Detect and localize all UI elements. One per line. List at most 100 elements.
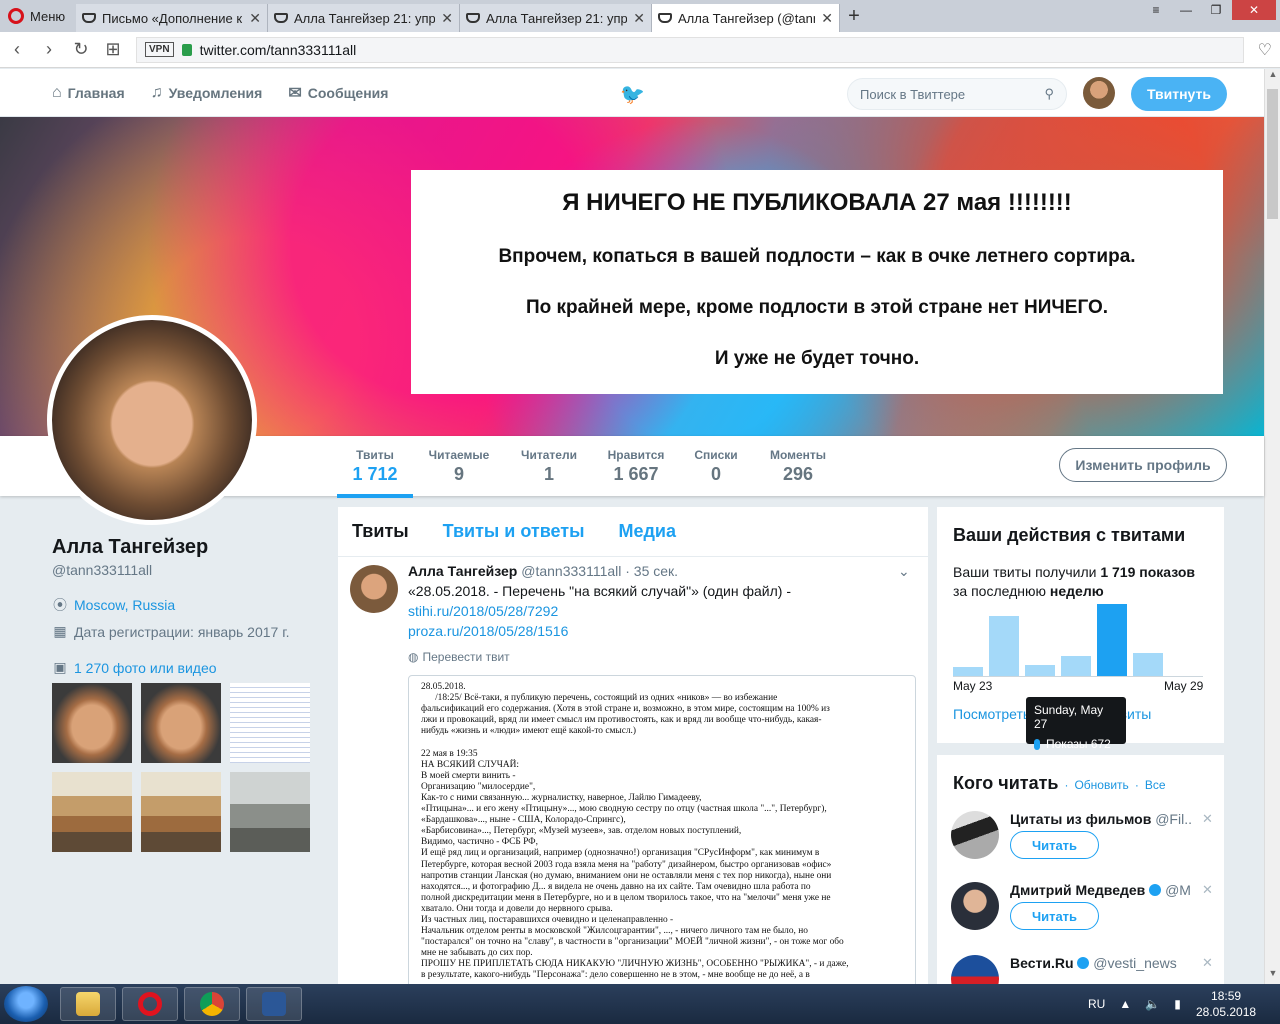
forward-icon[interactable]: ›: [40, 39, 58, 60]
suggestion-display-name[interactable]: Вести.Ru: [1010, 955, 1074, 971]
start-button-icon[interactable]: [4, 986, 48, 1022]
search-icon[interactable]: ⚲: [1044, 86, 1054, 102]
tweet-link[interactable]: proza.ru/2018/05/28/1516: [408, 623, 568, 639]
window-close-icon[interactable]: ✕: [1232, 0, 1276, 20]
suggestion-handle[interactable]: @M: [1165, 882, 1191, 898]
translate-label[interactable]: Перевести твит: [422, 650, 509, 664]
taskbar-word[interactable]: [246, 987, 302, 1021]
stat-following[interactable]: Читаемые 9: [424, 448, 494, 485]
browser-tab[interactable]: Письмо «Дополнение к т ✕: [76, 4, 268, 32]
view-all-link[interactable]: Все: [1145, 778, 1166, 792]
tweet-button[interactable]: Твитнуть: [1131, 77, 1227, 111]
stat-likes[interactable]: Нравится 1 667: [602, 448, 670, 485]
suggestion-name[interactable]: Вести.Ru @vesti_news: [1010, 955, 1192, 971]
tab-menu-icon[interactable]: ≡: [1142, 0, 1170, 20]
page-scrollbar[interactable]: ▲ ▼: [1264, 69, 1280, 984]
profile-location[interactable]: ⦿ Moscow, Russia: [52, 595, 175, 615]
dismiss-icon[interactable]: ✕: [1202, 882, 1213, 898]
stat-followers[interactable]: Читатели 1: [516, 448, 582, 485]
dismiss-icon[interactable]: ✕: [1202, 811, 1213, 827]
translate-tweet[interactable]: ◍ Перевести твит: [408, 650, 510, 664]
tab-close-icon[interactable]: ✕: [249, 10, 261, 27]
tab-close-icon[interactable]: ✕: [821, 10, 833, 27]
suggestion-display-name[interactable]: Дмитрий Медведев: [1010, 882, 1145, 898]
profile-avatar[interactable]: [47, 315, 257, 525]
language-indicator[interactable]: RU: [1088, 997, 1105, 1011]
twitter-bird-icon[interactable]: 🐦: [620, 82, 645, 107]
media-thumbnail[interactable]: [52, 683, 132, 763]
refresh-link[interactable]: Обновить: [1074, 778, 1128, 792]
tweet-author-name[interactable]: Алла Тангейзер: [408, 563, 517, 579]
vpn-badge[interactable]: VPN: [145, 42, 174, 57]
new-tab-icon[interactable]: +: [840, 5, 868, 28]
edit-profile-button[interactable]: Изменить профиль: [1059, 448, 1227, 482]
chart-bar[interactable]: [1133, 653, 1163, 676]
nav-home[interactable]: ⌂ Главная: [52, 84, 125, 102]
speed-dial-icon[interactable]: ⊞: [104, 39, 122, 60]
profile-media-link[interactable]: ▣ 1 270 фото или видео: [52, 659, 217, 676]
media-thumbnail[interactable]: [141, 772, 221, 852]
media-thumbnail[interactable]: [52, 772, 132, 852]
restore-icon[interactable]: ❐: [1202, 0, 1230, 20]
tab-media[interactable]: Медиа: [619, 521, 677, 542]
bookmark-heart-icon[interactable]: ♡: [1258, 40, 1272, 60]
tray-expand-icon[interactable]: ▲: [1119, 997, 1131, 1011]
suggestion-handle[interactable]: @Fil...: [1155, 811, 1192, 827]
follow-button[interactable]: Читать: [1010, 902, 1099, 930]
stat-lists[interactable]: Списки 0: [690, 448, 742, 485]
browser-tab-active[interactable]: Алла Тангейзер (@tann33 ✕: [652, 4, 840, 32]
search-input[interactable]: Поиск в Твиттере ⚲: [847, 78, 1067, 110]
stat-tweets[interactable]: Твиты 1 712: [337, 448, 413, 498]
media-thumbnail[interactable]: [230, 772, 310, 852]
header-avatar[interactable]: [1083, 77, 1115, 109]
media-thumbnail[interactable]: [141, 683, 221, 763]
url-text[interactable]: twitter.com/tann333111all: [200, 42, 357, 58]
chart-bar[interactable]: [1097, 604, 1127, 676]
chart-bar[interactable]: [1025, 665, 1055, 676]
location-text[interactable]: Moscow, Russia: [74, 597, 175, 613]
suggestion-display-name[interactable]: Цитаты из фильмов: [1010, 811, 1151, 827]
scroll-thumb[interactable]: [1267, 89, 1278, 219]
tweet-author-handle[interactable]: @tann333111all: [521, 563, 621, 579]
lock-icon[interactable]: [181, 43, 192, 56]
chart-bar[interactable]: [1061, 656, 1091, 676]
media-link-text[interactable]: 1 270 фото или видео: [74, 660, 217, 676]
follow-button[interactable]: Читать: [1010, 831, 1099, 859]
suggestion-avatar[interactable]: [951, 955, 999, 987]
stat-moments[interactable]: Моменты 296: [764, 448, 832, 485]
tweet-time[interactable]: · 35 сек.: [625, 563, 678, 579]
profile-name[interactable]: Алла Тангейзер: [52, 536, 208, 559]
dismiss-icon[interactable]: ✕: [1202, 955, 1213, 971]
profile-handle[interactable]: @tann333111all: [52, 562, 152, 578]
taskbar-opera[interactable]: [122, 987, 178, 1021]
suggestion-avatar[interactable]: [951, 882, 999, 930]
tweet-link[interactable]: stihi.ru/2018/05/28/7292: [408, 603, 558, 619]
scroll-down-icon[interactable]: ▼: [1265, 968, 1280, 984]
tab-tweets-replies[interactable]: Твиты и ответы: [443, 521, 585, 542]
tab-close-icon[interactable]: ✕: [633, 10, 645, 27]
reload-icon[interactable]: ↻: [72, 39, 90, 60]
opera-menu-button[interactable]: Меню: [0, 8, 76, 24]
tab-close-icon[interactable]: ✕: [441, 10, 453, 27]
chart-bar[interactable]: [953, 667, 983, 676]
tweet-avatar[interactable]: [350, 565, 398, 613]
taskbar-chrome[interactable]: [184, 987, 240, 1021]
volume-icon[interactable]: 🔈: [1145, 997, 1160, 1011]
scroll-up-icon[interactable]: ▲: [1265, 69, 1280, 85]
suggestion-avatar[interactable]: [951, 811, 999, 859]
browser-tab[interactable]: Алла Тангейзер 21: управ ✕: [268, 4, 460, 32]
network-icon[interactable]: ▮: [1174, 997, 1181, 1011]
minimize-icon[interactable]: —: [1172, 0, 1200, 20]
media-thumbnail[interactable]: [230, 683, 310, 763]
taskbar-clock[interactable]: 18:59 28.05.2018: [1196, 988, 1256, 1020]
tweet-attached-document[interactable]: 28.05.2018. /18:25/ Всё-таки, я публикую…: [408, 675, 916, 987]
tab-tweets[interactable]: Твиты: [352, 521, 409, 542]
browser-tab[interactable]: Алла Тангейзер 21: управ ✕: [460, 4, 652, 32]
taskbar-explorer[interactable]: [60, 987, 116, 1021]
suggestion-name[interactable]: Цитаты из фильмов @Fil...: [1010, 811, 1192, 827]
url-field[interactable]: VPN twitter.com/tann333111all: [136, 36, 1244, 63]
nav-notifications[interactable]: ♫ Уведомления: [151, 84, 263, 102]
nav-messages[interactable]: ✉ Сообщения: [288, 83, 388, 103]
suggestion-name[interactable]: Дмитрий Медведев @M: [1010, 882, 1192, 898]
chart-bar[interactable]: [989, 616, 1019, 676]
